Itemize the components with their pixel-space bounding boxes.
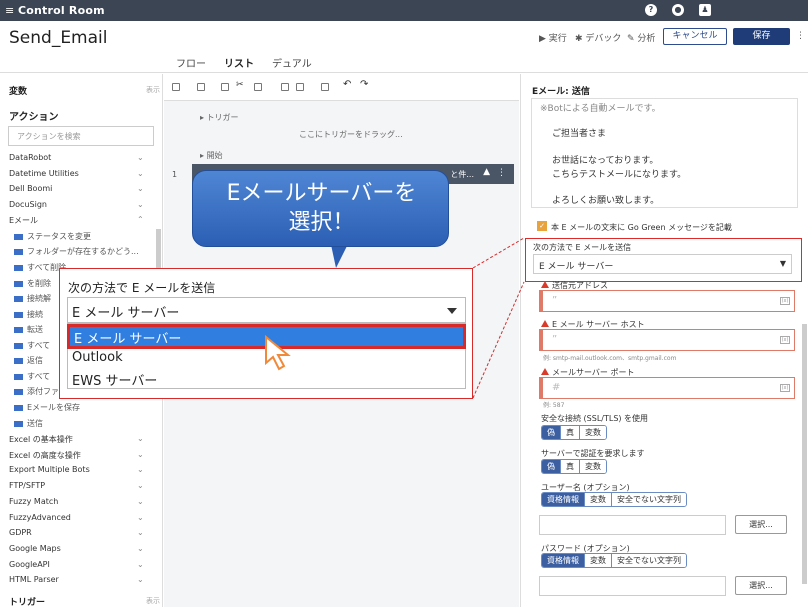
instruction-callout: Eメールサーバーを 選択！ [192, 170, 449, 247]
zoom-label: 次の方法で E メールを送信 [68, 281, 216, 295]
callout-line1: Eメールサーバーを [226, 181, 417, 206]
callout-text: Eメールサーバーを 選択！ [193, 179, 450, 237]
callout-line2: 選択！ [288, 210, 355, 235]
caret-down-icon [447, 308, 457, 314]
zoom-select-value: E メール サーバー [72, 306, 180, 321]
pointer-cursor-icon [265, 334, 291, 371]
zoom-send-method-select[interactable]: E メール サーバー [67, 297, 466, 323]
